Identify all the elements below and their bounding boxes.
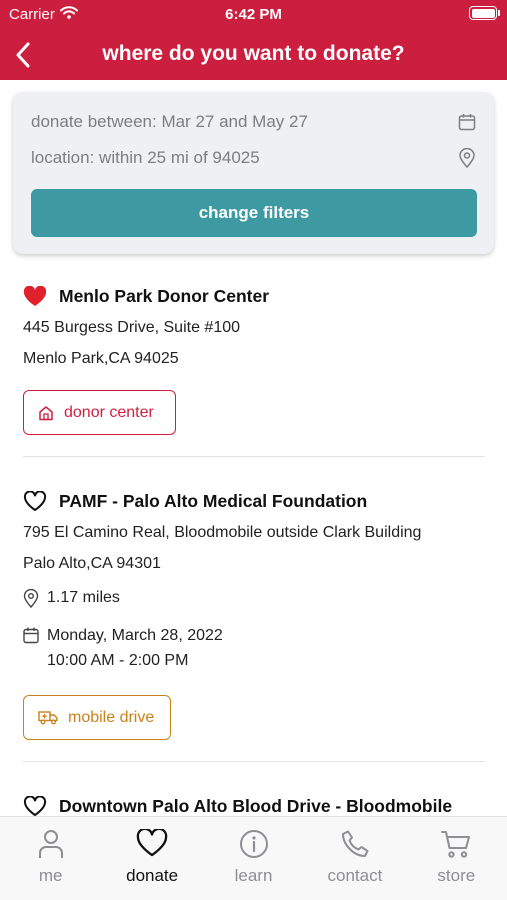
schedule-row: Monday, March 28, 2022 10:00 AM - 2:00 P…: [23, 623, 223, 673]
heart-filled-icon[interactable]: [23, 286, 47, 307]
status-bar: Carrier 6:42 PM: [0, 0, 507, 30]
drive-time: 10:00 AM - 2:00 PM: [47, 652, 189, 669]
location-filter-text: location: within 25 mi of 94025: [31, 148, 260, 167]
calendar-icon: [458, 114, 476, 131]
location-list: Menlo Park Donor Center 445 Burgess Driv…: [0, 270, 507, 816]
tab-contact[interactable]: contact: [304, 817, 405, 900]
distance-row: 1.17 miles: [23, 589, 120, 608]
tab-bar: me donate learn contact store: [0, 816, 507, 900]
location-pin-icon: [23, 589, 39, 608]
location-title-row: PAMF - Palo Alto Medical Foundation: [23, 491, 367, 512]
change-filters-button[interactable]: change filters: [31, 189, 477, 237]
truck-icon: [38, 711, 58, 725]
heart-outline-icon[interactable]: [23, 796, 47, 816]
heart-outline-icon[interactable]: [23, 491, 47, 512]
tab-donate[interactable]: donate: [101, 817, 202, 900]
divider: [23, 761, 485, 762]
tab-label: donate: [126, 866, 179, 885]
tab-label: learn: [234, 866, 273, 885]
address-line-2: Menlo Park,CA 94025: [23, 350, 179, 367]
house-icon: [39, 405, 53, 420]
location-filter-row[interactable]: location: within 25 mi of 94025: [31, 144, 476, 172]
drive-date: Monday, March 28, 2022: [47, 627, 223, 644]
tab-learn[interactable]: learn: [203, 817, 304, 900]
tab-label: store: [437, 866, 476, 885]
address-line-1: 795 El Camino Real, Bloodmobile outside …: [23, 524, 422, 541]
cart-icon: [441, 831, 471, 858]
address-line-1: 445 Burgess Drive, Suite #100: [23, 319, 241, 336]
mobile-drive-badge[interactable]: mobile drive: [23, 695, 171, 740]
distance-text: 1.17 miles: [47, 589, 120, 606]
badge-label: mobile drive: [68, 708, 155, 726]
location-name: PAMF - Palo Alto Medical Foundation: [59, 491, 368, 511]
phone-icon: [341, 830, 369, 857]
calendar-icon: [23, 627, 39, 644]
donor-center-badge[interactable]: donor center: [23, 390, 176, 435]
address-line-2: Palo Alto,CA 94301: [23, 555, 161, 572]
location-title-row: Downtown Palo Alto Blood Drive - Bloodmo…: [23, 796, 452, 816]
divider: [23, 456, 485, 457]
tab-store[interactable]: store: [406, 817, 507, 900]
page-title: where do you want to donate?: [102, 42, 405, 65]
location-title-row: Menlo Park Donor Center: [23, 286, 269, 307]
filter-card: donate between: Mar 27 and May 27 locati…: [13, 92, 494, 254]
nav-bar: where do you want to donate?: [0, 30, 507, 80]
heart-icon: [136, 829, 168, 857]
battery-icon: [469, 6, 500, 20]
tab-label: me: [38, 866, 63, 885]
location-pin-icon: [459, 148, 475, 168]
tab-label: contact: [327, 866, 383, 885]
date-filter-row[interactable]: donate between: Mar 27 and May 27: [31, 108, 476, 136]
location-name: Downtown Palo Alto Blood Drive - Bloodmo…: [59, 796, 453, 816]
date-filter-text: donate between: Mar 27 and May 27: [31, 112, 308, 131]
tab-me[interactable]: me: [0, 817, 101, 900]
app-header: Carrier 6:42 PM where do you want to don…: [0, 0, 507, 80]
info-icon: [239, 830, 268, 858]
person-icon: [38, 830, 63, 858]
clock: 6:42 PM: [225, 6, 282, 23]
location-name: Menlo Park Donor Center: [59, 286, 270, 306]
badge-label: donor center: [64, 403, 154, 421]
